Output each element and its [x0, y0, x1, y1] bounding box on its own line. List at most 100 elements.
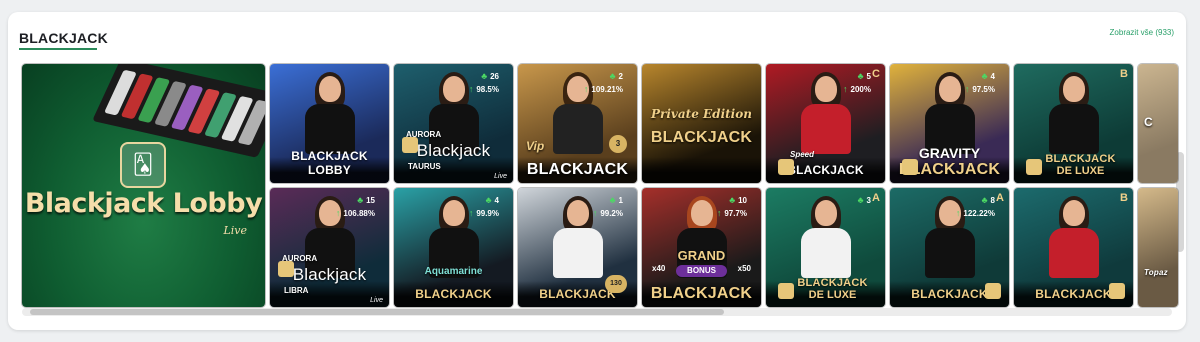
cards-logo-icon: 🂡 — [120, 142, 166, 188]
trend-icon: ↑ — [955, 208, 961, 218]
dealer-head — [442, 200, 465, 226]
players-value: 26 — [490, 72, 499, 81]
trend-icon: ↑ — [716, 208, 722, 218]
players-icon: ♣ — [981, 195, 988, 205]
tile-background — [1138, 188, 1178, 307]
players-count: ♣ 8 — [956, 194, 995, 207]
dealer-head — [814, 200, 837, 226]
trend-icon: ↑ — [843, 84, 848, 94]
section-title: BLACKJACK — [19, 30, 108, 46]
game-tile[interactable]: Topaz — [1138, 188, 1178, 307]
players-value: 5 — [866, 72, 871, 81]
rtp-value: 122.22% — [963, 209, 995, 218]
game-tile[interactable]: BLACKJACK LOBBY — [270, 64, 389, 183]
game-tile[interactable]: B BLACKJACK — [1014, 188, 1133, 307]
players-icon: ♣ — [357, 195, 364, 205]
game-name: BLACKJACK — [526, 161, 629, 178]
rtp-stat: ↑ 106.88% — [336, 207, 375, 220]
game-tile[interactable]: ♣ 5 ↑ 200% C Speed BLACKJACK — [766, 64, 885, 183]
game-tile[interactable]: ♣ 26 ↑ 98.5% AURORA Blackjack TAURUS Live — [394, 64, 513, 183]
players-icon: ♣ — [609, 195, 616, 205]
rtp-value: 99.2% — [600, 209, 623, 218]
trend-icon: ↑ — [592, 208, 598, 218]
players-count: ♣ 15 — [336, 194, 375, 207]
players-icon: ♣ — [481, 71, 488, 81]
dealer-head — [690, 200, 713, 226]
game-tile[interactable]: ♣ 2 ↑ 109.21% Vip BLACKJACK 3 — [518, 64, 637, 183]
seats-badge: 3 — [609, 135, 627, 153]
game-tile[interactable]: C — [1138, 64, 1178, 183]
players-value: 1 — [618, 196, 623, 205]
players-icon: ♣ — [729, 195, 736, 205]
dealer-body — [304, 104, 355, 154]
cards-icon — [1109, 283, 1125, 299]
table-stats: ♣ 5 ↑ 200% — [843, 70, 871, 96]
table-letter: B — [1120, 68, 1128, 80]
lobby-subtitle: Live — [223, 224, 247, 237]
game-tile[interactable]: ♣ 3 A BLACKJACK DE LUXE — [766, 188, 885, 307]
trend-icon: ↑ — [468, 84, 474, 94]
cards-icon — [402, 137, 418, 153]
table-stats: ♣ 26 ↑ 98.5% — [469, 70, 499, 96]
dealer-head — [1062, 76, 1085, 102]
rtp-value: 99.9% — [476, 209, 499, 218]
game-name: BLACKJACK — [415, 287, 492, 301]
rtp-value: 98.5% — [476, 85, 499, 94]
players-value: 8 — [990, 196, 995, 205]
game-tile[interactable]: ♣ 8 ↑ 122.22% A BLACKJACK — [890, 188, 1009, 307]
game-name: C — [1144, 115, 1153, 129]
game-prefix: AURORA — [282, 254, 318, 263]
rtp-stat: ↑ 99.9% — [469, 207, 499, 220]
dealer-body — [800, 228, 851, 278]
players-icon: ♣ — [857, 195, 864, 205]
game-prefix: Speed — [790, 150, 815, 159]
game-tile[interactable]: ♣ 10 ↑ 97.7% GRAND BONUS x40 x50 BLACKJACK — [642, 188, 761, 307]
players-value: 15 — [366, 196, 375, 205]
dealer-body — [552, 228, 603, 278]
dealer-figure — [797, 196, 855, 278]
game-tile[interactable]: B BLACKJACK DE LUXE — [1014, 64, 1133, 183]
trend-icon: ↑ — [964, 84, 970, 94]
horizontal-scrollbar[interactable] — [22, 308, 1172, 316]
game-tile[interactable]: ♣ 4 ↑ 97.5% GRAVITY BLACKJACK — [890, 64, 1009, 183]
cards-icon — [985, 283, 1001, 299]
trend-icon: ↑ — [335, 208, 341, 218]
players-count: ♣ 5 — [843, 70, 871, 83]
view-all-link[interactable]: Zobrazit vše (933) — [1110, 28, 1174, 37]
table-letter: C — [872, 68, 880, 80]
cards-icon — [902, 159, 918, 175]
cards-icon — [278, 261, 294, 277]
game-prefix: GRAND — [677, 248, 726, 263]
cards-icon — [1026, 159, 1042, 175]
dealer-body — [1048, 104, 1099, 154]
players-value: 2 — [618, 72, 623, 81]
game-tile[interactable]: ♣ 4 ↑ 99.9% Aquamarine BLACKJACK — [394, 188, 513, 307]
rtp-stat: ↑ 98.5% — [469, 83, 499, 96]
table-letter: A — [872, 192, 880, 204]
game-prefix: Aquamarine — [424, 266, 483, 277]
players-value: 10 — [738, 196, 747, 205]
players-count: ♣ 10 — [717, 194, 747, 207]
game-suffix: LIBRA — [284, 286, 309, 295]
table-stats: ♣ 3 — [858, 194, 871, 207]
game-prefix: Private Edition — [651, 107, 752, 121]
game-tile[interactable]: ♣ 1 ↑ 99.2% BLACKJACK 130 — [518, 188, 637, 307]
game-suffix: TAURUS — [408, 162, 441, 171]
rtp-value: 109.21% — [591, 85, 623, 94]
rtp-value: 97.5% — [972, 85, 995, 94]
rtp-stat: ↑ 200% — [843, 83, 871, 96]
game-tile[interactable]: Private Edition BLACKJACK — [642, 64, 761, 183]
multiplier-label: x50 — [737, 264, 751, 273]
players-count: ♣ 26 — [469, 70, 499, 83]
players-icon: ♣ — [609, 71, 616, 81]
dealer-head — [566, 200, 589, 226]
dealer-head — [442, 76, 465, 102]
trend-icon: ↑ — [583, 84, 589, 94]
dealer-figure — [1045, 196, 1103, 278]
blackjack-lobby-tile[interactable]: 🂡 Blackjack Lobby Live — [22, 64, 265, 307]
game-name: BLACKJACK — [650, 129, 753, 146]
game-prefix: AURORA — [406, 130, 442, 139]
scrollbar-thumb[interactable] — [30, 309, 724, 315]
game-tile[interactable]: ♣ 15 ↑ 106.88% AURORA Blackjack LIBRA Live — [270, 188, 389, 307]
dealer-figure — [1045, 72, 1103, 154]
